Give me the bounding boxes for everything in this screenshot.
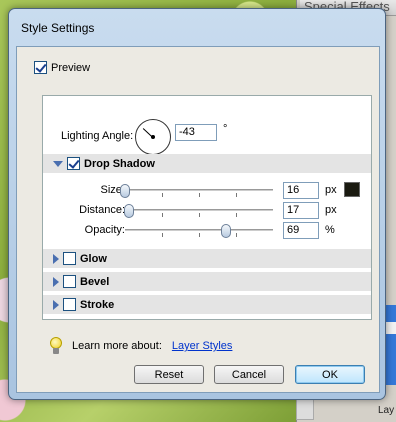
drop-shadow-header[interactable]: Drop Shadow <box>43 154 371 173</box>
opacity-unit: % <box>325 224 335 236</box>
help-text: Learn more about: <box>72 340 162 352</box>
size-unit: px <box>325 184 337 196</box>
distance-slider-track[interactable] <box>124 204 273 218</box>
panel-layer-label: Lay <box>378 405 395 416</box>
distance-label: Distance: <box>79 204 125 216</box>
size-slider-thumb[interactable] <box>120 184 130 198</box>
cancel-button[interactable]: Cancel <box>214 365 284 384</box>
glow-checkbox[interactable] <box>63 252 76 265</box>
bevel-label: Bevel <box>80 275 110 288</box>
dialog-body: Preview Lighting Angle: -43 ° Drop Shado… <box>16 46 380 393</box>
opacity-input[interactable]: 69 <box>283 222 319 239</box>
ok-button[interactable]: OK <box>295 365 365 384</box>
degree-unit: ° <box>223 123 228 135</box>
lighting-angle-label: Lighting Angle: <box>61 130 134 142</box>
stroke-checkbox[interactable] <box>63 298 76 311</box>
size-input[interactable]: 16 <box>283 182 319 199</box>
distance-slider-thumb[interactable] <box>124 204 135 218</box>
drop-shadow-checkbox[interactable] <box>67 157 80 170</box>
lighting-angle-row: Lighting Angle: -43 ° <box>61 119 361 159</box>
shadow-color-swatch[interactable] <box>344 182 360 197</box>
bevel-checkbox[interactable] <box>63 275 76 288</box>
help-row: Learn more about: Layer Styles <box>50 337 232 355</box>
distance-input[interactable]: 17 <box>283 202 319 219</box>
lighting-angle-dial[interactable] <box>135 119 171 155</box>
reset-button[interactable]: Reset <box>134 365 204 384</box>
effects-panel: Lighting Angle: -43 ° Drop Shadow Size: <box>42 95 372 320</box>
drop-shadow-label: Drop Shadow <box>84 157 155 170</box>
chevron-right-icon[interactable] <box>53 276 59 287</box>
lighting-angle-input[interactable]: -43 <box>175 124 217 141</box>
size-slider-row: Size: 16 px <box>43 180 371 200</box>
dialog-title: Style Settings <box>21 21 95 35</box>
chevron-right-icon[interactable] <box>53 299 59 310</box>
dial-needle <box>142 128 153 138</box>
chevron-right-icon[interactable] <box>53 253 59 264</box>
preview-label: Preview <box>51 61 91 74</box>
lightbulb-icon <box>50 337 62 355</box>
opacity-label: Opacity: <box>84 224 125 236</box>
distance-unit: px <box>325 204 337 216</box>
preview-option[interactable]: Preview <box>34 61 90 74</box>
bevel-header[interactable]: Bevel <box>43 272 371 291</box>
style-settings-dialog: Style Settings Preview Lighting Angle: -… <box>8 8 386 400</box>
opacity-slider-thumb[interactable] <box>220 224 231 238</box>
opacity-slider-track[interactable] <box>125 224 273 238</box>
stroke-header[interactable]: Stroke <box>43 295 371 314</box>
preview-checkbox[interactable] <box>34 61 47 74</box>
glow-label: Glow <box>80 252 107 265</box>
distance-slider-row: Distance: 17 px <box>43 200 371 220</box>
size-slider-track[interactable] <box>120 184 273 198</box>
layer-styles-link[interactable]: Layer Styles <box>172 340 233 352</box>
chevron-down-icon[interactable] <box>53 160 63 167</box>
eye-icon[interactable] <box>296 398 314 420</box>
stroke-label: Stroke <box>80 298 115 311</box>
glow-header[interactable]: Glow <box>43 249 371 268</box>
opacity-slider-row: Opacity: 69 % <box>43 220 371 240</box>
